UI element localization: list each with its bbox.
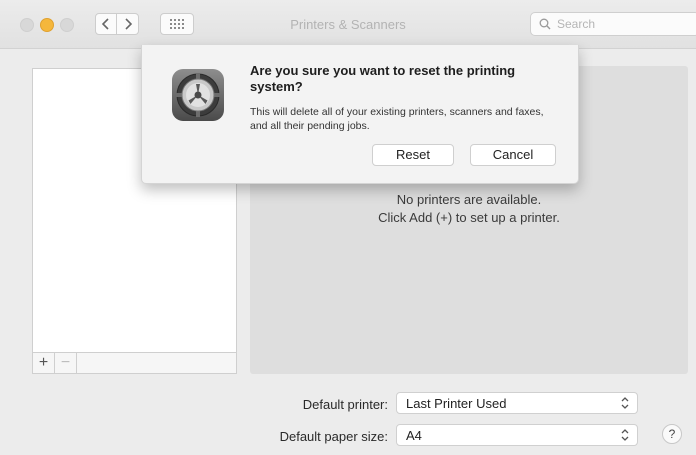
default-printer-select[interactable]: Last Printer Used [396, 392, 638, 414]
remove-printer-button[interactable]: − [55, 353, 77, 373]
reset-confirmation-dialog: Are you sure you want to reset the print… [141, 45, 579, 184]
dialog-title: Are you sure you want to reset the print… [250, 63, 516, 94]
paper-size-label: Default paper size: [279, 429, 388, 444]
search-placeholder: Search [557, 17, 596, 31]
up-down-chevron-icon [621, 397, 629, 409]
system-preferences-gear-icon [172, 69, 224, 121]
help-button[interactable]: ? [662, 424, 682, 444]
search-icon [539, 18, 551, 30]
add-printer-button[interactable]: + [33, 353, 55, 373]
paper-size-select[interactable]: A4 [396, 424, 638, 446]
cancel-button[interactable]: Cancel [470, 144, 556, 166]
title-bar: Printers & Scanners Search [0, 0, 696, 49]
up-down-chevron-icon [621, 429, 629, 441]
paper-size-value: A4 [406, 428, 422, 443]
search-field[interactable]: Search [530, 12, 696, 36]
empty-message-line2: Click Add (+) to set up a printer. [378, 210, 560, 225]
reset-button[interactable]: Reset [372, 144, 454, 166]
list-controls: + − [32, 352, 237, 374]
default-printer-label: Default printer: [302, 397, 388, 412]
dialog-message: This will delete all of your existing pr… [250, 106, 544, 132]
empty-message-line1: No printers are available. [396, 192, 542, 207]
empty-message: No printers are available. Click Add (+)… [250, 191, 688, 227]
default-printer-value: Last Printer Used [406, 396, 507, 411]
